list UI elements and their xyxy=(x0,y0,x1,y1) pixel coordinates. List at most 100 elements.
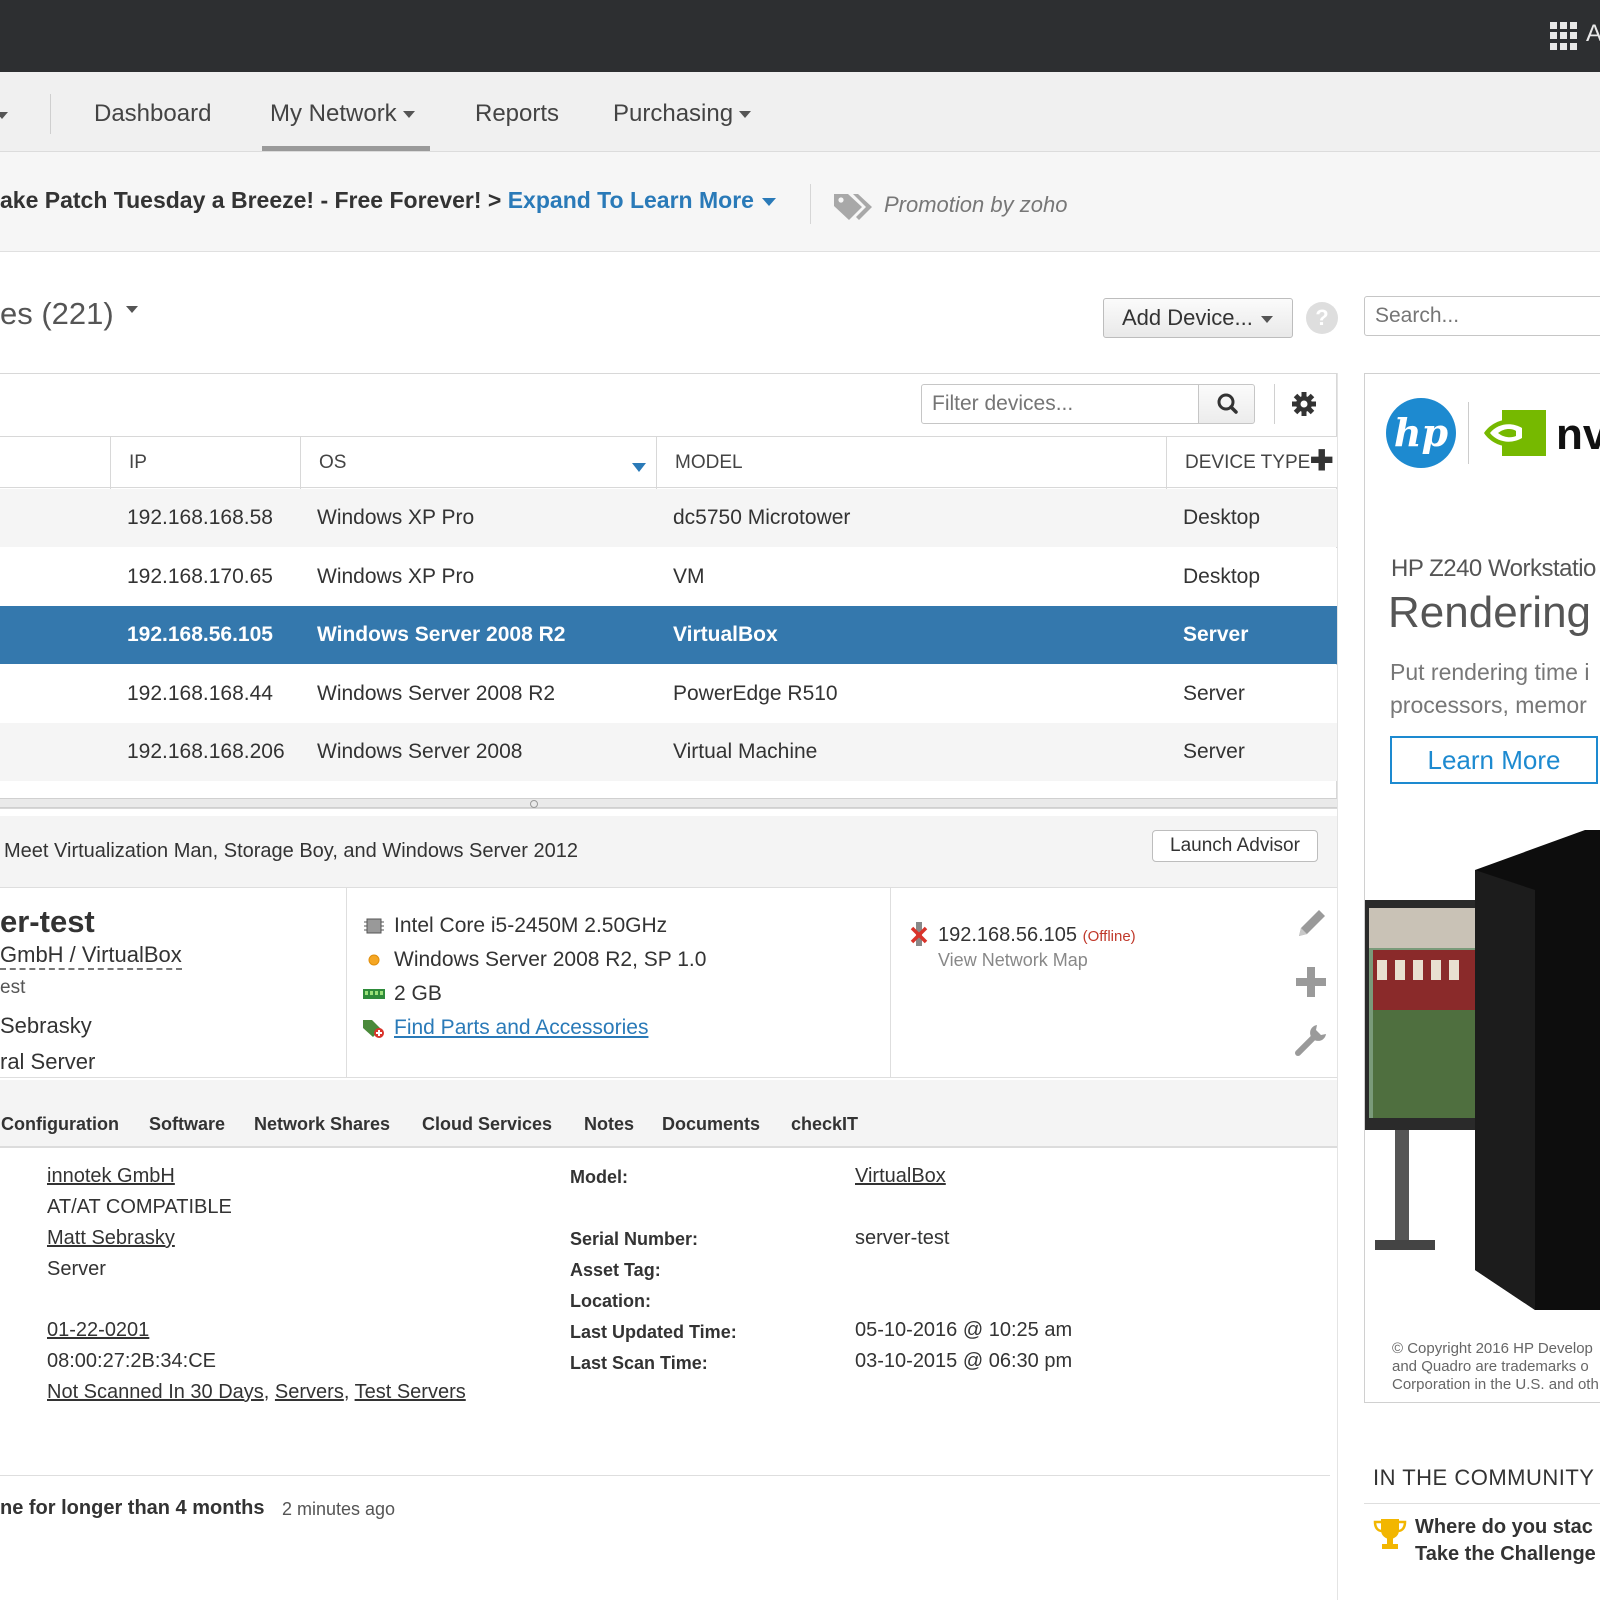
apps-grid-icon[interactable] xyxy=(1550,22,1578,50)
ad-copyright: © Copyright 2016 HP Develop and Quadro ar… xyxy=(1392,1340,1599,1393)
top-bar: A xyxy=(0,0,1600,72)
chevron-down-icon xyxy=(739,111,752,119)
table-row[interactable]: 192.168.170.65 Windows XP Pro VM Desktop xyxy=(0,547,1337,606)
parts-tag-icon xyxy=(363,1020,384,1039)
cpu-icon xyxy=(364,918,384,934)
model-value-link[interactable]: VirtualBox xyxy=(855,1165,946,1188)
promo-expand-link[interactable]: Expand To Learn More xyxy=(508,187,776,213)
status-badge: (Offline) xyxy=(1082,928,1136,945)
manufacturer-link[interactable]: innotek GmbH xyxy=(47,1165,175,1188)
device-summary xyxy=(0,888,1337,1078)
ad-body: Put rendering time i processors, memor xyxy=(1390,659,1590,718)
tab-cloud-services[interactable]: Cloud Services xyxy=(422,1114,552,1135)
owner-link[interactable]: Matt Sebrasky xyxy=(47,1227,175,1250)
table-row[interactable]: 192.168.168.58 Windows XP Pro dc5750 Micro… xyxy=(0,489,1337,547)
system-type: AT/AT COMPATIBLE xyxy=(47,1196,232,1218)
group-link[interactable]: Servers xyxy=(275,1381,344,1403)
promo-bar: ake Patch Tuesday a Breeze! - Free Forev… xyxy=(0,152,1600,252)
last-scan-label: Last Scan Time: xyxy=(570,1353,708,1373)
nav-reports[interactable]: Reports xyxy=(475,72,559,152)
cell-ip: 192.168.168.206 xyxy=(127,740,285,764)
chevron-down-icon xyxy=(761,197,776,206)
launch-advisor-button[interactable]: Launch Advisor xyxy=(1152,830,1318,862)
tab-software[interactable]: Software xyxy=(149,1114,225,1135)
cell-model: PowerEdge R510 xyxy=(673,681,838,705)
table-row[interactable]: 192.168.168.44 Windows Server 2008 R2 Powe… xyxy=(0,664,1337,723)
cell-os: Windows XP Pro xyxy=(317,506,475,529)
promo-sponsor[interactable]: Promotion by zoho xyxy=(884,192,1067,218)
nvidia-logo-text: nv xyxy=(1556,410,1600,459)
main-nav: Dashboard My Network Reports Purchasing xyxy=(0,72,1600,152)
serial-value: server-test xyxy=(855,1227,950,1249)
bios-date-link[interactable]: 01-22-0201 xyxy=(47,1319,149,1342)
edit-pencil-icon[interactable] xyxy=(1293,906,1329,942)
pane-splitter[interactable] xyxy=(0,798,1337,808)
device-subtitle: est xyxy=(0,977,26,998)
table-row[interactable]: 192.168.168.206 Windows Server 2008 Virtua… xyxy=(0,723,1337,782)
group-link[interactable]: Not Scanned In 30 Days xyxy=(47,1381,264,1403)
gear-icon[interactable] xyxy=(1290,390,1318,418)
tab-network-shares[interactable]: Network Shares xyxy=(254,1114,390,1135)
memory-icon xyxy=(363,989,385,1000)
nav-purchasing[interactable]: Purchasing xyxy=(613,72,752,152)
network-offline-icon xyxy=(910,922,928,946)
filter-search-button[interactable] xyxy=(1198,384,1255,424)
workstation-product-image xyxy=(1365,830,1600,1310)
table-row[interactable]: 192.168.56.105 Windows Server 2008 R2 Virt… xyxy=(0,606,1337,665)
memory-spec: 2 GB xyxy=(362,982,442,1006)
nav-divider xyxy=(50,94,51,134)
device-vendor-model[interactable]: GmbH / VirtualBox xyxy=(0,942,182,970)
chevron-down-icon[interactable] xyxy=(0,112,8,119)
tab-documents[interactable]: Documents xyxy=(662,1114,760,1135)
tab-configuration[interactable]: Configuration xyxy=(1,1114,119,1135)
cell-ip: 192.168.168.44 xyxy=(127,681,273,705)
help-icon[interactable]: ? xyxy=(1306,302,1338,334)
cpu-spec: Intel Core i5-2450M 2.50GHz xyxy=(362,914,667,938)
add-icon[interactable] xyxy=(1293,964,1329,1000)
wrench-icon[interactable] xyxy=(1293,1022,1329,1058)
filter-devices-input[interactable] xyxy=(921,384,1199,424)
column-header-os[interactable]: OS xyxy=(300,437,656,489)
device-ip: 192.168.56.105 (Offline) xyxy=(938,924,1136,946)
tab-notes[interactable]: Notes xyxy=(584,1114,634,1135)
last-updated-label: Last Updated Time: xyxy=(570,1322,737,1342)
view-network-map-link[interactable]: View Network Map xyxy=(938,950,1088,971)
search-icon xyxy=(1217,393,1238,414)
trophy-icon xyxy=(1373,1519,1407,1549)
find-parts-link[interactable]: Find Parts and Accessories xyxy=(394,1016,648,1039)
mac-address: 08:00:27:2B:34:CE xyxy=(47,1350,217,1372)
tab-checkit[interactable]: checkIT xyxy=(791,1114,858,1135)
alert-text[interactable]: ne for longer than 4 months xyxy=(0,1497,264,1520)
parts-spec: Find Parts and Accessories xyxy=(362,1016,648,1040)
column-header-model[interactable]: MODEL xyxy=(656,437,1166,489)
groups-list: Not Scanned In 30 Days, Servers, Test Se… xyxy=(47,1381,466,1403)
cell-ip: 192.168.168.58 xyxy=(127,506,273,529)
group-link[interactable]: Test Servers xyxy=(355,1381,466,1403)
search-input[interactable] xyxy=(1364,296,1600,336)
cell-model: VirtualBox xyxy=(673,623,778,647)
device-name: er-test xyxy=(0,904,95,939)
learn-more-button[interactable]: Learn More xyxy=(1390,736,1598,784)
cell-model: Virtual Machine xyxy=(673,740,818,764)
nav-my-network[interactable]: My Network xyxy=(270,72,415,152)
summary-divider xyxy=(346,888,347,1078)
device-owner: Sebrasky xyxy=(0,1013,92,1038)
nav-dashboard[interactable]: Dashboard xyxy=(94,72,211,152)
cell-device-type: Desktop xyxy=(1183,564,1261,588)
add-device-button[interactable]: Add Device... xyxy=(1103,298,1293,338)
page-title[interactable]: es (221) xyxy=(0,296,138,332)
community-challenge-link[interactable]: Where do you stac Take the Challenge xyxy=(1415,1514,1596,1568)
splitter-handle[interactable] xyxy=(530,800,538,808)
section-divider xyxy=(0,1475,1330,1476)
column-header-ip[interactable]: IP xyxy=(110,437,300,489)
device-role: ral Server xyxy=(0,1049,96,1074)
advisor-text: Meet Virtualization Man, Storage Boy, an… xyxy=(4,840,579,862)
chevron-down-icon xyxy=(402,111,415,119)
advisor-bar: Meet Virtualization Man, Storage Boy, an… xyxy=(0,816,1337,888)
community-heading: IN THE COMMUNITY xyxy=(1373,1465,1595,1490)
community-divider xyxy=(1364,1503,1600,1504)
table-header: IP OS MODEL DEVICE TYPE xyxy=(0,436,1337,489)
add-column-icon[interactable]: ✚ xyxy=(1310,444,1333,477)
serial-label: Serial Number: xyxy=(570,1229,699,1249)
user-menu-label[interactable]: A xyxy=(1586,20,1600,48)
